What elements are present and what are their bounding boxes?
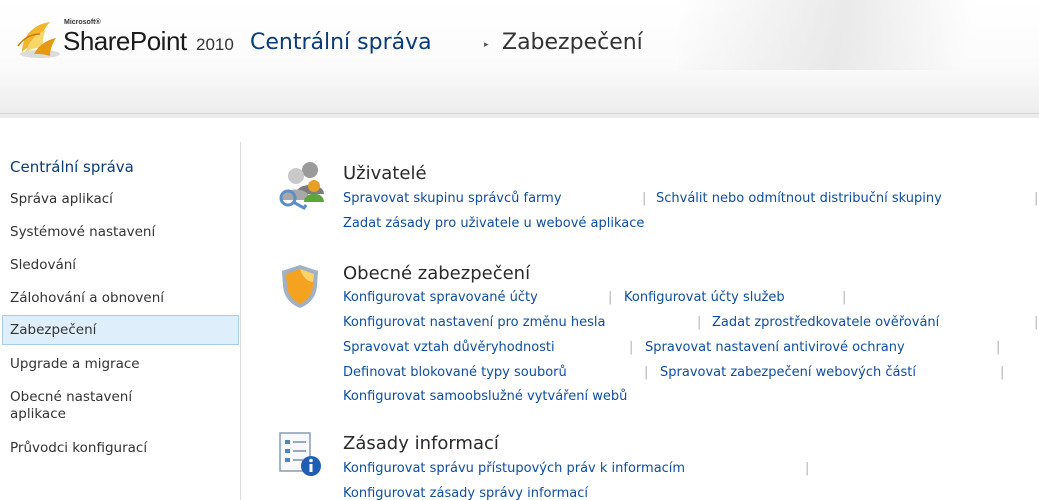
header-highlight [679, 0, 1039, 70]
nav-item-monitoring[interactable]: Sledování [10, 257, 76, 274]
link-separator: | [842, 290, 847, 305]
link-self-service-site-creation[interactable]: Konfigurovat samoobslužné vytváření webů [343, 389, 627, 404]
sharepoint-wordmark: SharePoint [63, 26, 187, 56]
link-separator: | [608, 290, 613, 305]
nav-item-upgrade-migration[interactable]: Upgrade a migrace [10, 356, 140, 373]
section-title-users: Uživatelé [343, 163, 427, 184]
link-authentication-providers[interactable]: Zadat zprostředkovatele ověřování [712, 315, 939, 330]
nav-item-application-management[interactable]: Správa aplikací [10, 191, 113, 208]
link-separator: | [996, 340, 1001, 355]
header-divider [0, 113, 1039, 114]
nav-divider [240, 142, 241, 500]
breadcrumb-arrow-icon: ▸ [484, 40, 489, 50]
link-information-management-policy[interactable]: Konfigurovat zásady správy informací [343, 486, 588, 500]
link-separator: | [1034, 191, 1039, 206]
sharepoint-logo-icon [17, 22, 60, 58]
link-password-change-settings[interactable]: Konfigurovat nastavení pro změnu hesla [343, 315, 605, 330]
link-separator: | [697, 315, 702, 330]
breadcrumb-central-admin[interactable]: Centrální správa [250, 30, 432, 55]
nav-item-backup-restore[interactable]: Zálohování a obnovení [10, 290, 164, 307]
link-approve-distribution-groups[interactable]: Schválit nebo odmítnout distribuční skup… [656, 191, 942, 206]
page-header: Microsoft® SharePoint 2010 Centrální spr… [0, 0, 1039, 118]
link-separator: | [629, 340, 634, 355]
link-manage-farm-admins[interactable]: Spravovat skupinu správců farmy [343, 191, 562, 206]
link-service-accounts[interactable]: Konfigurovat účty služeb [624, 290, 785, 305]
link-separator: | [805, 461, 810, 476]
link-blocked-file-types[interactable]: Definovat blokované typy souborů [343, 365, 567, 380]
information-policy-icon [279, 432, 321, 476]
nav-item-system-settings[interactable]: Systémové nastavení [10, 224, 155, 241]
link-separator: | [642, 191, 647, 206]
link-managed-accounts[interactable]: Konfigurovat spravované účty [343, 290, 538, 305]
users-icon [279, 162, 324, 210]
link-separator: | [1034, 315, 1039, 330]
link-separator: | [644, 365, 649, 380]
nav-item-configuration-wizards[interactable]: Průvodci konfigurací [10, 440, 147, 457]
link-information-rights-management[interactable]: Konfigurovat správu přístupových práv k … [343, 461, 685, 476]
section-title-general-security: Obecné zabezpečení [343, 263, 531, 284]
microsoft-wordmark: Microsoft® [64, 19, 101, 26]
left-navigation: Centrální správa Správa aplikací Systémo… [0, 142, 242, 500]
sharepoint-version: 2010 [196, 35, 234, 54]
link-separator: | [1000, 365, 1005, 380]
link-user-policy-webapp[interactable]: Zadat zásady pro uživatele u webové apli… [343, 216, 644, 231]
shield-icon [282, 265, 318, 308]
link-web-part-security[interactable]: Spravovat zabezpečení webových částí [660, 365, 916, 380]
nav-item-security[interactable]: Zabezpečení [10, 322, 96, 339]
section-title-information-policy: Zásady informací [343, 433, 499, 454]
nav-heading-central-admin[interactable]: Centrální správa [10, 158, 134, 176]
link-trust-relationship[interactable]: Spravovat vztah důvěryhodnosti [343, 340, 555, 355]
nav-item-general-app-settings[interactable]: Obecné nastavení aplikace [10, 389, 190, 423]
page-title: Zabezpečení [502, 30, 643, 55]
link-antivirus-settings[interactable]: Spravovat nastavení antivirové ochrany [645, 340, 905, 355]
